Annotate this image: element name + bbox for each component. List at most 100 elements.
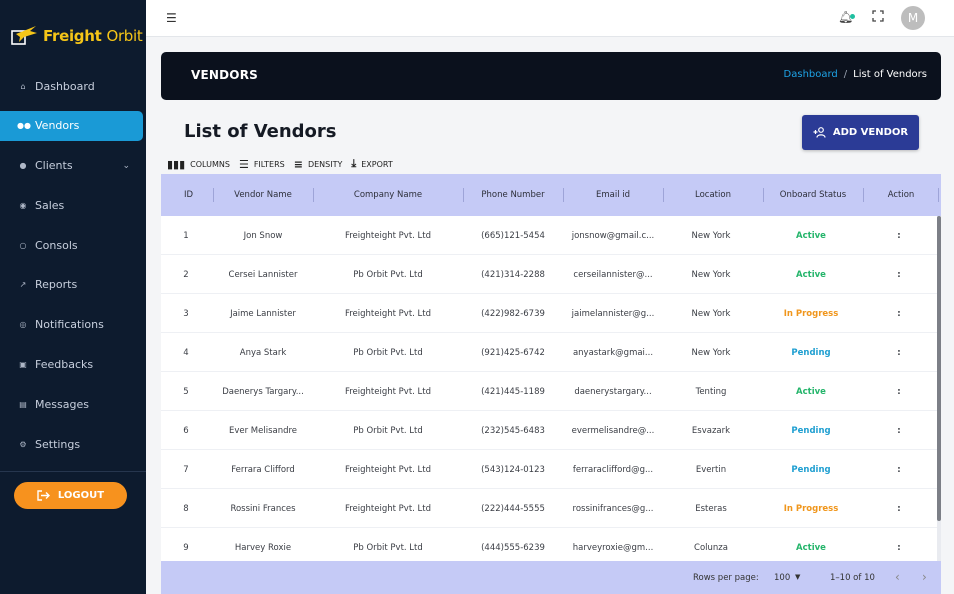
sync-icon: ○ [19, 240, 27, 250]
sidebar-item-reports[interactable]: ↗ Reports [0, 270, 146, 300]
table-header: ID Vendor Name Company Name Phone Number… [161, 174, 941, 216]
cell-vendor-name: Jaime Lannister [230, 308, 296, 319]
banner-title: VENDORS [191, 68, 258, 82]
cell-vendor-name: Ferrara Clifford [231, 464, 295, 475]
sidebar-item-label: Consols [35, 238, 78, 252]
brand-name: Freight Orbit [43, 27, 143, 45]
filters-label: FILTERS [253, 159, 285, 169]
breadcrumb-dashboard-link[interactable]: Dashboard [784, 69, 838, 80]
sidebar-item-clients[interactable]: ● Clients ⌄ [0, 151, 146, 181]
cell-company-name: Freighteight Pvt. Ltd [344, 230, 432, 241]
density-icon: ≡ [293, 157, 303, 171]
previous-page-icon[interactable]: ‹ [895, 570, 900, 584]
table-row[interactable]: 3 Jaime Lannister Freighteight Pvt. Ltd (42… [161, 294, 937, 333]
table-row[interactable]: 6 Ever Melisandre Pb Orbit Pvt. Ltd (232)54… [161, 411, 937, 450]
users-icon: ●● [17, 121, 31, 131]
cell-email-id: cerseilannister@... [573, 269, 653, 280]
rows-per-page-select[interactable]: 100 [774, 573, 790, 583]
column-header-onboard-status[interactable]: Onboard Status [763, 174, 863, 216]
column-header-vendor-name[interactable]: Vendor Name [213, 174, 313, 216]
density-button[interactable]: ≡ DENSITY [294, 157, 343, 171]
row-action-menu[interactable]: : [863, 411, 935, 450]
table-scrollbar[interactable] [937, 216, 941, 561]
table-row[interactable]: 1 Jon Snow Freighteight Pvt. Ltd (665)121-5… [161, 216, 937, 255]
cell-phone-number: (421)445-1189 [481, 386, 545, 397]
sidebar: Freight Orbit ⌂ Dashboard ●● Vendors ● Clie… [0, 0, 146, 594]
home-icon: ⌂ [20, 81, 26, 91]
feedback-icon: ▣ [19, 360, 27, 370]
density-label: DENSITY [307, 159, 343, 169]
cell-phone-number: (921)425-6742 [481, 347, 545, 358]
cell-company-name: Pb Orbit Pvt. Ltd [353, 269, 423, 280]
sidebar-item-feedbacks[interactable]: ▣ Feedbacks [0, 350, 146, 380]
row-action-menu[interactable]: : [863, 333, 935, 372]
cell-location: Esteras [695, 503, 727, 514]
row-action-menu[interactable]: : [863, 372, 935, 411]
fullscreen-icon[interactable] [872, 10, 884, 22]
logout-button[interactable]: LOGOUT [14, 482, 127, 509]
columns-button[interactable]: ▮▮▮ COLUMNS [167, 157, 230, 171]
sidebar-item-label: Sales [35, 198, 65, 212]
sidebar-item-messages[interactable]: ▤ Messages [0, 389, 146, 419]
cell-id: 2 [183, 269, 189, 280]
cell-location: Tenting [695, 386, 727, 397]
table-row[interactable]: 5 Daenerys Targary... Freighteight Pvt. Lt… [161, 372, 937, 411]
row-action-menu[interactable]: : [863, 255, 935, 294]
export-icon: ⤓ [351, 157, 357, 170]
status-badge: In Progress [783, 308, 839, 319]
column-header-phone-number[interactable]: Phone Number [463, 174, 563, 216]
cell-location: New York [691, 269, 731, 280]
row-action-menu[interactable]: : [863, 294, 935, 333]
cell-phone-number: (543)124-0123 [481, 464, 545, 475]
filter-icon: ☰ [238, 157, 249, 171]
cell-email-id: jonsnow@gmail.c... [571, 230, 655, 241]
cell-email-id: daenerystargary... [574, 386, 652, 397]
next-page-icon[interactable]: › [922, 570, 927, 584]
column-header-location[interactable]: Location [663, 174, 763, 216]
page-title: List of Vendors [184, 121, 337, 142]
cell-id: 8 [183, 503, 189, 514]
brand-logo[interactable]: Freight Orbit [10, 22, 143, 50]
sidebar-item-label: Settings [35, 437, 81, 451]
cell-company-name: Freighteight Pvt. Ltd [344, 464, 432, 475]
sidebar-item-label: Dashboard [35, 79, 95, 93]
avatar[interactable]: M [901, 6, 925, 30]
column-header-action[interactable]: Action [863, 174, 939, 216]
sidebar-item-sales[interactable]: ◉ Sales [0, 190, 146, 220]
add-vendor-button[interactable]: ADD VENDOR [802, 115, 919, 150]
row-action-menu[interactable]: : [863, 450, 935, 489]
cell-location: New York [691, 230, 731, 241]
column-separator [938, 188, 939, 202]
cell-vendor-name: Ever Melisandre [228, 425, 298, 436]
export-label: EXPORT [361, 159, 393, 169]
cell-id: 1 [183, 230, 189, 241]
filters-button[interactable]: ☰ FILTERS [239, 157, 285, 171]
cell-location: Evertin [695, 464, 727, 475]
sidebar-item-dashboard[interactable]: ⌂ Dashboard [0, 71, 146, 101]
table-row[interactable]: 8 Rossini Frances Freighteight Pvt. Ltd (22… [161, 489, 937, 528]
table-row[interactable]: 4 Anya Stark Pb Orbit Pvt. Ltd (921)425-674… [161, 333, 937, 372]
sidebar-item-settings[interactable]: ⚙ Settings [0, 429, 146, 459]
table-row[interactable]: 2 Cersei Lannister Pb Orbit Pvt. Ltd (421)3… [161, 255, 937, 294]
table-row[interactable]: 7 Ferrara Clifford Freighteight Pvt. Ltd (5… [161, 450, 937, 489]
scrollbar-thumb[interactable] [937, 216, 941, 521]
cell-company-name: Pb Orbit Pvt. Ltd [353, 347, 423, 358]
breadcrumb-current: List of Vendors [853, 69, 927, 80]
sidebar-item-notifications[interactable]: ◎ Notifications [0, 310, 146, 340]
sidebar-item-consols[interactable]: ○ Consols [0, 230, 146, 260]
menu-toggle-icon[interactable]: ☰ [166, 11, 177, 25]
column-header-email-id[interactable]: Email id [563, 174, 663, 216]
cell-id: 3 [183, 308, 189, 319]
export-button[interactable]: ⤓ EXPORT [351, 157, 392, 171]
caret-down-icon[interactable]: ▼ [795, 573, 800, 581]
logout-label: LOGOUT [57, 490, 105, 501]
column-header-id[interactable]: ID [161, 174, 216, 216]
row-action-menu[interactable]: : [863, 489, 935, 528]
status-badge: In Progress [783, 503, 839, 514]
vendors-table: ID Vendor Name Company Name Phone Number… [161, 174, 941, 594]
row-action-menu[interactable]: : [863, 216, 935, 255]
sidebar-item-vendors[interactable]: ●● Vendors [0, 110, 143, 141]
cell-company-name: Freighteight Pvt. Ltd [344, 503, 432, 514]
column-header-company-name[interactable]: Company Name [313, 174, 463, 216]
page-header-banner: VENDORS Dashboard / List of Vendors [161, 52, 941, 100]
